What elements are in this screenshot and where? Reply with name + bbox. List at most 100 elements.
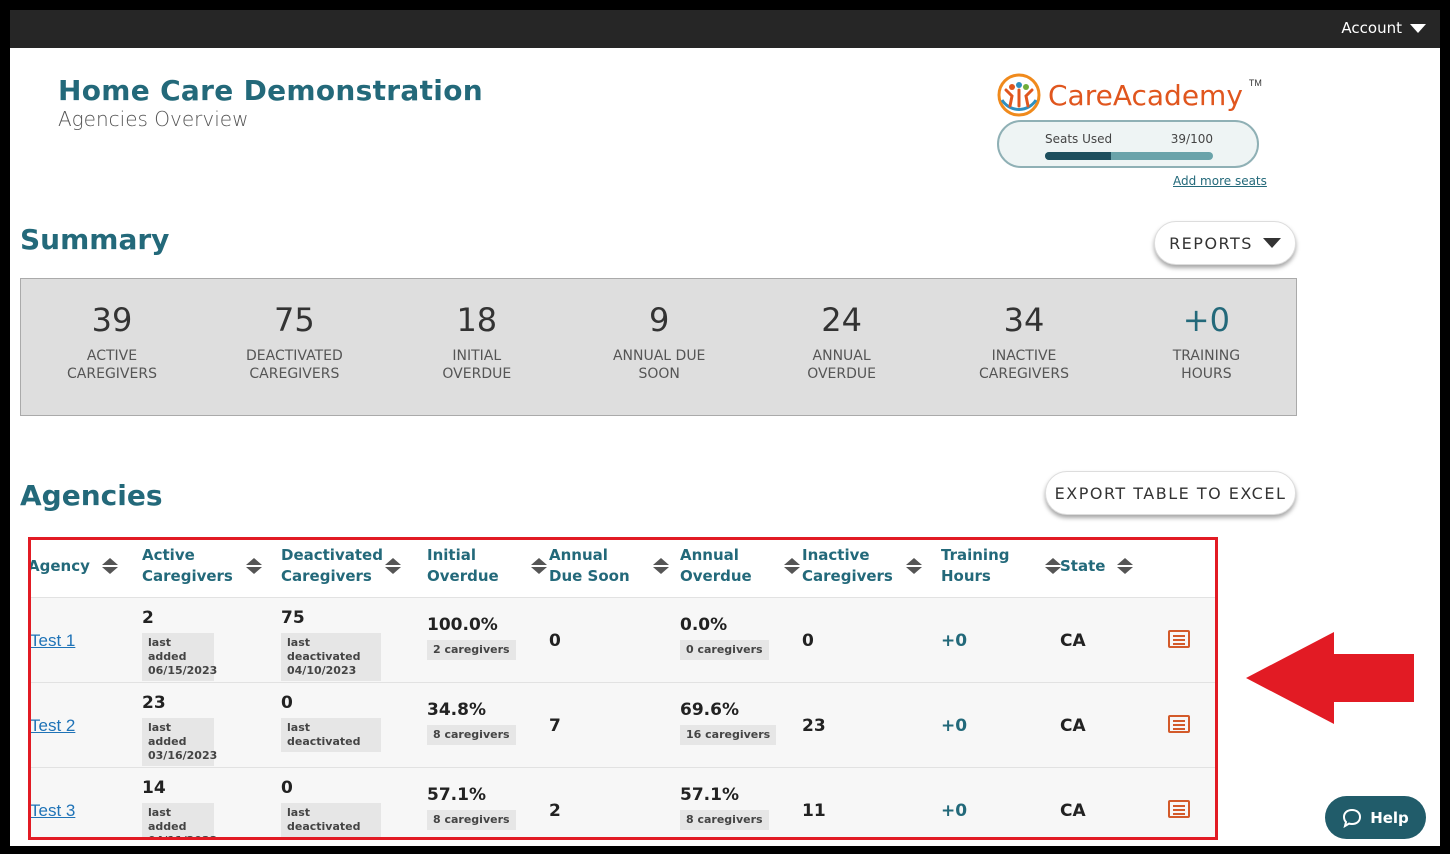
inactive-caregivers-value: 11 (802, 801, 826, 821)
inactive-caregivers-value: 0 (802, 631, 814, 651)
training-hours-value: +0 (941, 631, 968, 651)
chevron-down-icon (1410, 23, 1426, 33)
stat-value: 39 (91, 301, 133, 339)
column-header[interactable]: Active Caregivers (142, 545, 262, 587)
agency-link[interactable]: Test 1 (30, 631, 75, 650)
seats-progress-bar (1045, 152, 1213, 160)
deactivated-caregivers-value: 0 (281, 693, 293, 713)
table-row: Test 2 23 last added 03/16/2023 0 last deact… (28, 682, 1216, 767)
state-value: CA (1060, 716, 1086, 736)
help-button[interactable]: Help (1325, 796, 1426, 839)
stat-label: DEACTIVATED CAREGIVERS (246, 348, 343, 382)
stat-value: 24 (821, 301, 862, 339)
reports-dropdown-button[interactable]: REPORTS (1154, 221, 1296, 265)
agency-link[interactable]: Test 3 (30, 801, 75, 820)
initial-overdue-value: 34.8% (427, 700, 486, 720)
annual-overdue-value: 57.1% (680, 785, 739, 805)
column-header[interactable]: Training Hours (941, 545, 1061, 587)
logo-wordmark: CareAcademy (1048, 78, 1243, 112)
annual-overdue-value: 0.0% (680, 615, 728, 635)
column-header-label: Annual Due Soon (549, 546, 630, 585)
logo-trademark: TM (1248, 78, 1262, 88)
column-header[interactable]: Agency (28, 545, 118, 587)
annual-due-soon-value: 2 (549, 801, 561, 821)
column-header[interactable]: Deactivated Caregivers (281, 545, 401, 587)
reports-label: REPORTS (1169, 233, 1253, 253)
account-label: Account (1341, 19, 1402, 37)
chevron-down-icon (1262, 238, 1281, 248)
help-label: Help (1370, 808, 1409, 827)
summary-stat: 34 INACTIVE CAREGIVERS (933, 301, 1115, 383)
column-header-label: Agency (28, 556, 90, 575)
last-deactivated-note: last deactivated 04/10/2023 (281, 633, 381, 681)
export-excel-button[interactable]: EXPORT TABLE TO EXCEL (1045, 471, 1296, 515)
column-header[interactable]: Inactive Caregivers (802, 545, 922, 587)
org-title: Home Care Demonstration (58, 74, 483, 107)
initial-overdue-note: 8 caregivers (427, 810, 516, 830)
seats-used-label: Seats Used (1045, 132, 1113, 146)
summary-stat: 39 ACTIVE CAREGIVERS (21, 301, 203, 383)
agencies-table: Agency Active Caregivers Deactivated Careg… (28, 537, 1216, 839)
column-header-label: Deactivated Caregivers (281, 546, 383, 585)
column-header-label: Inactive Caregivers (802, 546, 893, 585)
report-list-icon[interactable] (1168, 630, 1190, 648)
annual-due-soon-value: 0 (549, 631, 561, 651)
initial-overdue-note: 8 caregivers (427, 725, 516, 745)
active-caregivers-value: 23 (142, 693, 166, 713)
inactive-caregivers-value: 23 (802, 716, 826, 736)
sort-icon[interactable] (653, 558, 669, 574)
stat-label: ANNUAL OVERDUE (807, 348, 876, 382)
sort-icon[interactable] (385, 558, 401, 574)
report-list-icon[interactable] (1168, 800, 1190, 818)
sort-icon[interactable] (1117, 558, 1134, 574)
last-deactivated-note: last deactivated (281, 718, 381, 752)
chat-bubble-icon (1343, 808, 1362, 828)
column-header[interactable]: State (1060, 545, 1134, 587)
agencies-heading: Agencies (20, 479, 163, 512)
stat-value: 18 (456, 301, 498, 339)
table-row: Test 3 14 last added 04/11/2023 0 last deact… (28, 767, 1216, 839)
initial-overdue-value: 100.0% (427, 615, 498, 635)
annual-overdue-note: 0 caregivers (680, 640, 769, 660)
stat-value: +0 (1182, 301, 1230, 339)
annual-overdue-value: 69.6% (680, 700, 739, 720)
top-bar: Account (10, 10, 1440, 48)
report-list-icon[interactable] (1168, 715, 1190, 733)
account-menu[interactable]: Account (1341, 19, 1426, 37)
summary-stat: 24 ANNUAL OVERDUE (751, 301, 933, 383)
stat-label: INACTIVE CAREGIVERS (979, 348, 1069, 382)
initial-overdue-note: 2 caregivers (427, 640, 516, 660)
seats-progress-fill (1045, 152, 1111, 160)
deactivated-caregivers-value: 0 (281, 778, 293, 798)
deactivated-caregivers-value: 75 (281, 608, 305, 628)
sort-icon[interactable] (784, 558, 800, 574)
column-header-label: Initial Overdue (427, 546, 499, 585)
export-label: EXPORT TABLE TO EXCEL (1054, 483, 1287, 503)
stat-label: TRAINING HOURS (1172, 348, 1241, 382)
active-caregivers-value: 14 (142, 778, 166, 798)
agency-link[interactable]: Test 2 (30, 716, 75, 735)
training-hours-value: +0 (941, 716, 968, 736)
stat-label: ANNUAL DUE SOON (612, 348, 706, 382)
sort-icon[interactable] (246, 558, 262, 574)
sort-icon[interactable] (101, 558, 118, 574)
column-header-label: State (1060, 556, 1106, 575)
summary-heading: Summary (20, 223, 170, 256)
sort-icon[interactable] (906, 558, 922, 574)
summary-stat: 18 INITIAL OVERDUE (386, 301, 568, 383)
annual-overdue-note: 8 caregivers (680, 810, 769, 830)
sort-icon[interactable] (531, 558, 547, 574)
annual-overdue-note: 16 caregivers (680, 725, 777, 745)
state-value: CA (1060, 631, 1086, 651)
state-value: CA (1060, 801, 1086, 821)
column-header[interactable]: Annual Overdue (680, 545, 800, 587)
sort-icon[interactable] (1045, 558, 1061, 574)
column-header[interactable]: Initial Overdue (427, 545, 547, 587)
column-header-label: Active Caregivers (142, 546, 233, 585)
add-more-seats-link[interactable]: Add more seats (1173, 174, 1267, 188)
summary-stat: 9 ANNUAL DUE SOON (568, 301, 750, 383)
table-row: Test 1 2 last added 06/15/2023 75 last deact… (28, 597, 1216, 682)
red-arrow-icon (1246, 632, 1414, 724)
column-header[interactable]: Annual Due Soon (549, 545, 669, 587)
logo-icon (997, 73, 1041, 117)
